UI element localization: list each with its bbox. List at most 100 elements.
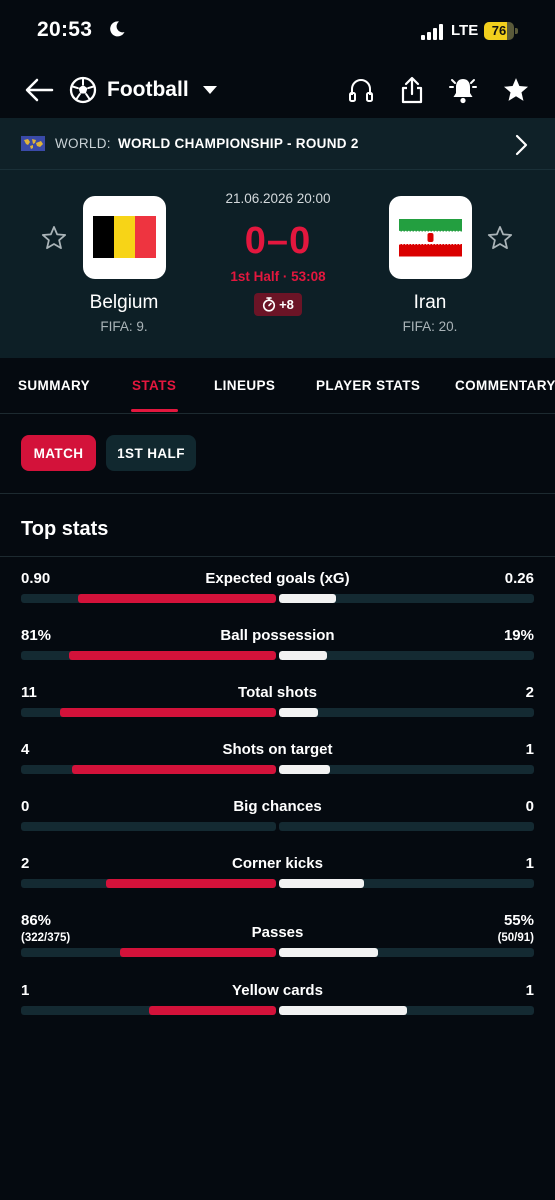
caret-down-icon[interactable]	[200, 82, 220, 98]
stat-label: Expected goals (xG)	[205, 570, 350, 587]
stat-home-bar	[78, 594, 276, 603]
added-time-value: +8	[279, 297, 294, 312]
stat-home-bar-track	[21, 948, 276, 957]
stat-home-bar-track	[21, 651, 276, 660]
stat-row: 0 Big chances 0	[21, 798, 534, 842]
stat-away-bar	[279, 651, 328, 660]
stopwatch-icon	[262, 297, 276, 312]
stat-home-bar	[60, 708, 276, 717]
stat-label: Passes	[251, 924, 304, 941]
battery-level: 76	[491, 23, 507, 38]
home-favorite-star-icon[interactable]	[40, 224, 68, 257]
stat-row: 4 Shots on target 1	[21, 741, 534, 785]
stat-away-bar-track	[279, 822, 534, 831]
home-team-name[interactable]: Belgium	[54, 292, 194, 314]
stat-label: Big chances	[233, 798, 322, 815]
stat-away-bar	[279, 1006, 407, 1015]
favorite-star-icon[interactable]	[500, 74, 532, 106]
app-bar: Football	[0, 62, 555, 118]
stat-away-bar	[279, 708, 319, 717]
tab-summary[interactable]: SUMMARY	[18, 378, 90, 393]
away-team-name[interactable]: Iran	[360, 292, 500, 314]
stat-row: 2 Corner kicks 1	[21, 855, 534, 899]
stat-away-value: 1	[525, 855, 534, 872]
tab-player-stats[interactable]: PLAYER STATS	[316, 378, 420, 393]
status-time: 20:53	[37, 18, 93, 41]
network-type: LTE	[451, 22, 479, 39]
stat-away-bar	[279, 594, 337, 603]
stat-row: 81% Ball possession 19%	[21, 627, 534, 671]
stat-away-value: 19%	[503, 627, 534, 644]
stat-home-subvalue: (322/375)	[21, 932, 71, 944]
stat-away-bar-track	[279, 1006, 534, 1015]
away-team-logo[interactable]	[389, 196, 472, 279]
stat-away-value: 55%	[503, 912, 534, 929]
stat-away-bar	[279, 948, 379, 957]
stat-home-bar	[72, 765, 276, 774]
filter-first-half-chip[interactable]: 1ST HALF	[106, 435, 196, 471]
back-arrow-icon[interactable]	[22, 74, 56, 106]
stat-home-bar-track	[21, 594, 276, 603]
match-header: Belgium FIFA: 9. 21.06.2026 20:00 0–0 1s…	[0, 170, 555, 358]
stat-row: 86% Passes 55% (322/375) (50/91)	[21, 912, 534, 972]
stat-label: Total shots	[238, 684, 317, 701]
stat-away-bar-track	[279, 879, 534, 888]
moon-icon	[110, 21, 125, 37]
filter-match-chip[interactable]: MATCH	[21, 435, 96, 471]
stat-away-bar-track	[279, 708, 534, 717]
status-bar: 20:53 LTE 76	[0, 0, 555, 62]
added-time-badge: +8	[254, 293, 302, 316]
stat-home-bar	[120, 948, 276, 957]
chevron-right-icon	[514, 134, 528, 161]
match-status: 1st Half · 53:08	[230, 269, 326, 284]
stat-away-value: 0.26	[504, 570, 534, 587]
battery-icon: 76	[484, 22, 518, 40]
stat-away-bar-track	[279, 651, 534, 660]
stat-label: Corner kicks	[232, 855, 323, 872]
active-tab-indicator	[131, 409, 178, 412]
stat-home-bar	[148, 1006, 276, 1015]
match-tabs: SUMMARY STATS LINEUPS PLAYER STATS COMME…	[0, 358, 555, 414]
sport-selector-label[interactable]: Football	[107, 78, 189, 102]
stat-away-value: 0	[525, 798, 534, 815]
stat-away-bar-track	[279, 765, 534, 774]
stat-row: 0.90 Expected goals (xG) 0.26	[21, 570, 534, 614]
stat-home-bar	[69, 651, 276, 660]
competition-country: WORLD:	[55, 136, 111, 151]
share-icon[interactable]	[396, 74, 428, 106]
stat-home-bar-track	[21, 1006, 276, 1015]
divider	[0, 556, 555, 557]
stat-away-bar-track	[279, 594, 534, 603]
tab-commentary[interactable]: COMMENTARY	[455, 378, 555, 393]
home-team-rank: FIFA: 9.	[100, 319, 148, 334]
stat-home-bar-track	[21, 765, 276, 774]
football-icon	[67, 74, 99, 106]
stat-home-bar-track	[21, 708, 276, 717]
world-flag-icon	[21, 136, 45, 151]
stat-away-value: 1	[525, 741, 534, 758]
tab-lineups[interactable]: LINEUPS	[214, 378, 275, 393]
stat-away-bar	[279, 879, 364, 888]
divider	[0, 493, 555, 494]
stat-home-bar	[105, 879, 276, 888]
stat-row: 1 Yellow cards 1	[21, 982, 534, 1026]
signal-icon	[421, 24, 446, 40]
stat-away-value: 1	[525, 982, 534, 999]
stat-label: Shots on target	[222, 741, 333, 758]
competition-bar[interactable]: WORLD: WORLD CHAMPIONSHIP - ROUND 2	[0, 118, 555, 170]
audio-commentary-icon[interactable]	[345, 74, 377, 106]
competition-name: WORLD CHAMPIONSHIP - ROUND 2	[118, 136, 359, 151]
notification-bell-icon[interactable]	[446, 73, 480, 107]
match-score: 0–0	[244, 220, 312, 262]
stat-home-bar-track	[21, 879, 276, 888]
home-team-logo[interactable]	[83, 196, 166, 279]
stat-label: Ball possession	[220, 627, 335, 644]
away-team-rank: FIFA: 20.	[402, 319, 458, 334]
match-date: 21.06.2026 20:00	[225, 191, 331, 206]
away-favorite-star-icon[interactable]	[486, 224, 514, 257]
stat-away-bar	[279, 765, 330, 774]
stat-away-bar-track	[279, 948, 534, 957]
tab-stats[interactable]: STATS	[132, 378, 176, 393]
stat-away-subvalue: (50/91)	[497, 932, 534, 944]
stat-home-bar-track	[21, 822, 276, 831]
